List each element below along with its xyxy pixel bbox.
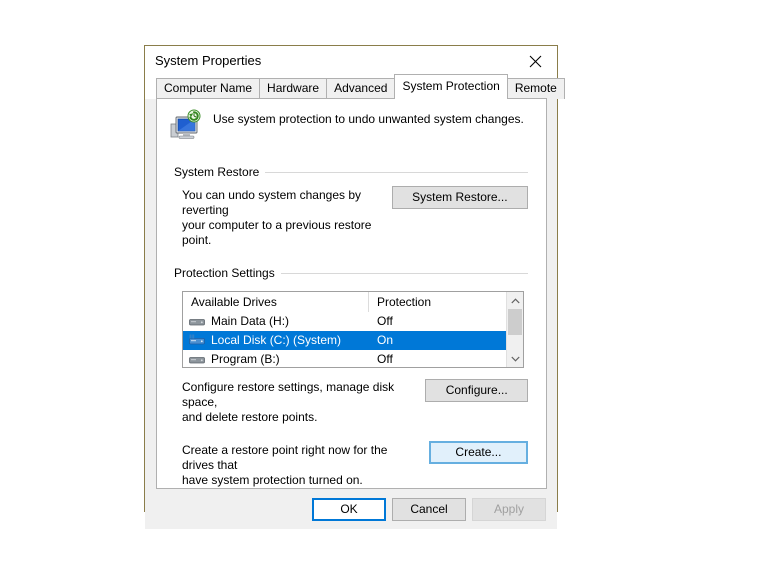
system-restore-group-title: System Restore: [174, 165, 260, 179]
tab-computer-name[interactable]: Computer Name: [156, 78, 261, 99]
drives-list-body: Available Drives Protection Main Data (H…: [183, 292, 506, 367]
create-description-line2: have system protection turned on.: [182, 473, 363, 487]
drive-label: Main Data (H:): [211, 314, 290, 328]
chevron-up-icon[interactable]: [507, 292, 523, 309]
drives-list-scrollbar[interactable]: [506, 292, 523, 367]
ok-button[interactable]: OK: [312, 497, 386, 521]
drive-label: Program (B:): [211, 352, 280, 366]
system-properties-dialog: System Properties Computer Name Hardware…: [144, 45, 565, 529]
protection-settings-body: Available Drives Protection Main Data (H…: [174, 280, 528, 488]
configure-row: Configure restore settings, manage disk …: [182, 379, 528, 425]
available-drives-list[interactable]: Available Drives Protection Main Data (H…: [182, 291, 524, 368]
protection-settings-group-title: Protection Settings: [174, 266, 275, 280]
hard-drive-icon: [189, 315, 205, 328]
configure-button[interactable]: Configure...: [425, 379, 528, 402]
table-row[interactable]: Main Data (H:) Off: [183, 312, 506, 331]
group-divider: [280, 272, 528, 274]
protection-settings-group-header: Protection Settings: [174, 266, 528, 280]
group-divider: [265, 171, 528, 173]
close-icon[interactable]: [513, 46, 557, 77]
system-restore-group-header: System Restore: [174, 165, 528, 179]
configure-description-line2: and delete restore points.: [182, 410, 318, 424]
scrollbar-track[interactable]: [507, 309, 523, 350]
drives-list-header: Available Drives Protection: [183, 292, 506, 312]
system-restore-description-line1: You can undo system changes by reverting: [182, 188, 362, 217]
protection-cell: Off: [377, 352, 393, 366]
system-restore-button[interactable]: System Restore...: [391, 186, 528, 209]
cancel-button[interactable]: Cancel: [392, 497, 466, 521]
create-row: Create a restore point right now for the…: [182, 441, 528, 488]
table-row[interactable]: Program (B:) Off: [183, 350, 506, 367]
window-title: System Properties: [155, 53, 262, 68]
dialog-footer: OK Cancel Apply: [145, 489, 557, 529]
apply-button: Apply: [472, 497, 546, 521]
hard-drive-icon: [189, 353, 205, 366]
scrollbar-thumb[interactable]: [508, 309, 522, 335]
table-row[interactable]: Local Disk (C:) (System) On: [183, 331, 506, 350]
title-bar: System Properties: [145, 46, 557, 77]
tab-system-protection[interactable]: System Protection: [394, 74, 508, 99]
configure-description-line1: Configure restore settings, manage disk …: [182, 380, 395, 409]
system-restore-row: You can undo system changes by reverting…: [182, 186, 528, 248]
column-header-protection: Protection: [377, 295, 432, 309]
screen: System Properties Computer Name Hardware…: [0, 0, 780, 566]
drive-cell: Program (B:): [183, 350, 369, 367]
tab-hardware[interactable]: Hardware: [259, 78, 328, 99]
drive-cell: Local Disk (C:) (System): [183, 331, 369, 350]
tab-advanced[interactable]: Advanced: [326, 78, 396, 99]
page-description: Use system protection to undo unwanted s…: [213, 112, 524, 126]
column-header-available-drives: Available Drives: [183, 292, 369, 312]
protection-cell: Off: [377, 314, 393, 328]
create-button[interactable]: Create...: [428, 441, 528, 464]
system-drive-icon: [189, 334, 205, 347]
tab-remote[interactable]: Remote: [506, 78, 565, 99]
system-restore-group: System Restore You can undo system chang…: [174, 165, 528, 248]
system-restore-description-line2: your computer to a previous restore poin…: [182, 218, 372, 247]
configure-description: Configure restore settings, manage disk …: [182, 380, 413, 425]
create-description: Create a restore point right now for the…: [182, 443, 417, 488]
system-protection-icon: [169, 109, 203, 143]
protection-settings-group: Protection Settings Available Drives Pro…: [174, 266, 528, 488]
drive-cell: Main Data (H:): [183, 312, 369, 331]
tab-strip: Computer Name Hardware Advanced System P…: [145, 74, 565, 99]
page-header: Use system protection to undo unwanted s…: [157, 99, 546, 143]
create-description-line1: Create a restore point right now for the…: [182, 443, 388, 472]
chevron-down-icon[interactable]: [507, 350, 523, 367]
system-protection-panel: Use system protection to undo unwanted s…: [156, 98, 547, 489]
drive-label: Local Disk (C:) (System): [211, 333, 342, 347]
system-restore-body: You can undo system changes by reverting…: [174, 179, 528, 248]
system-restore-description: You can undo system changes by reverting…: [182, 188, 382, 248]
protection-cell: On: [377, 333, 394, 347]
